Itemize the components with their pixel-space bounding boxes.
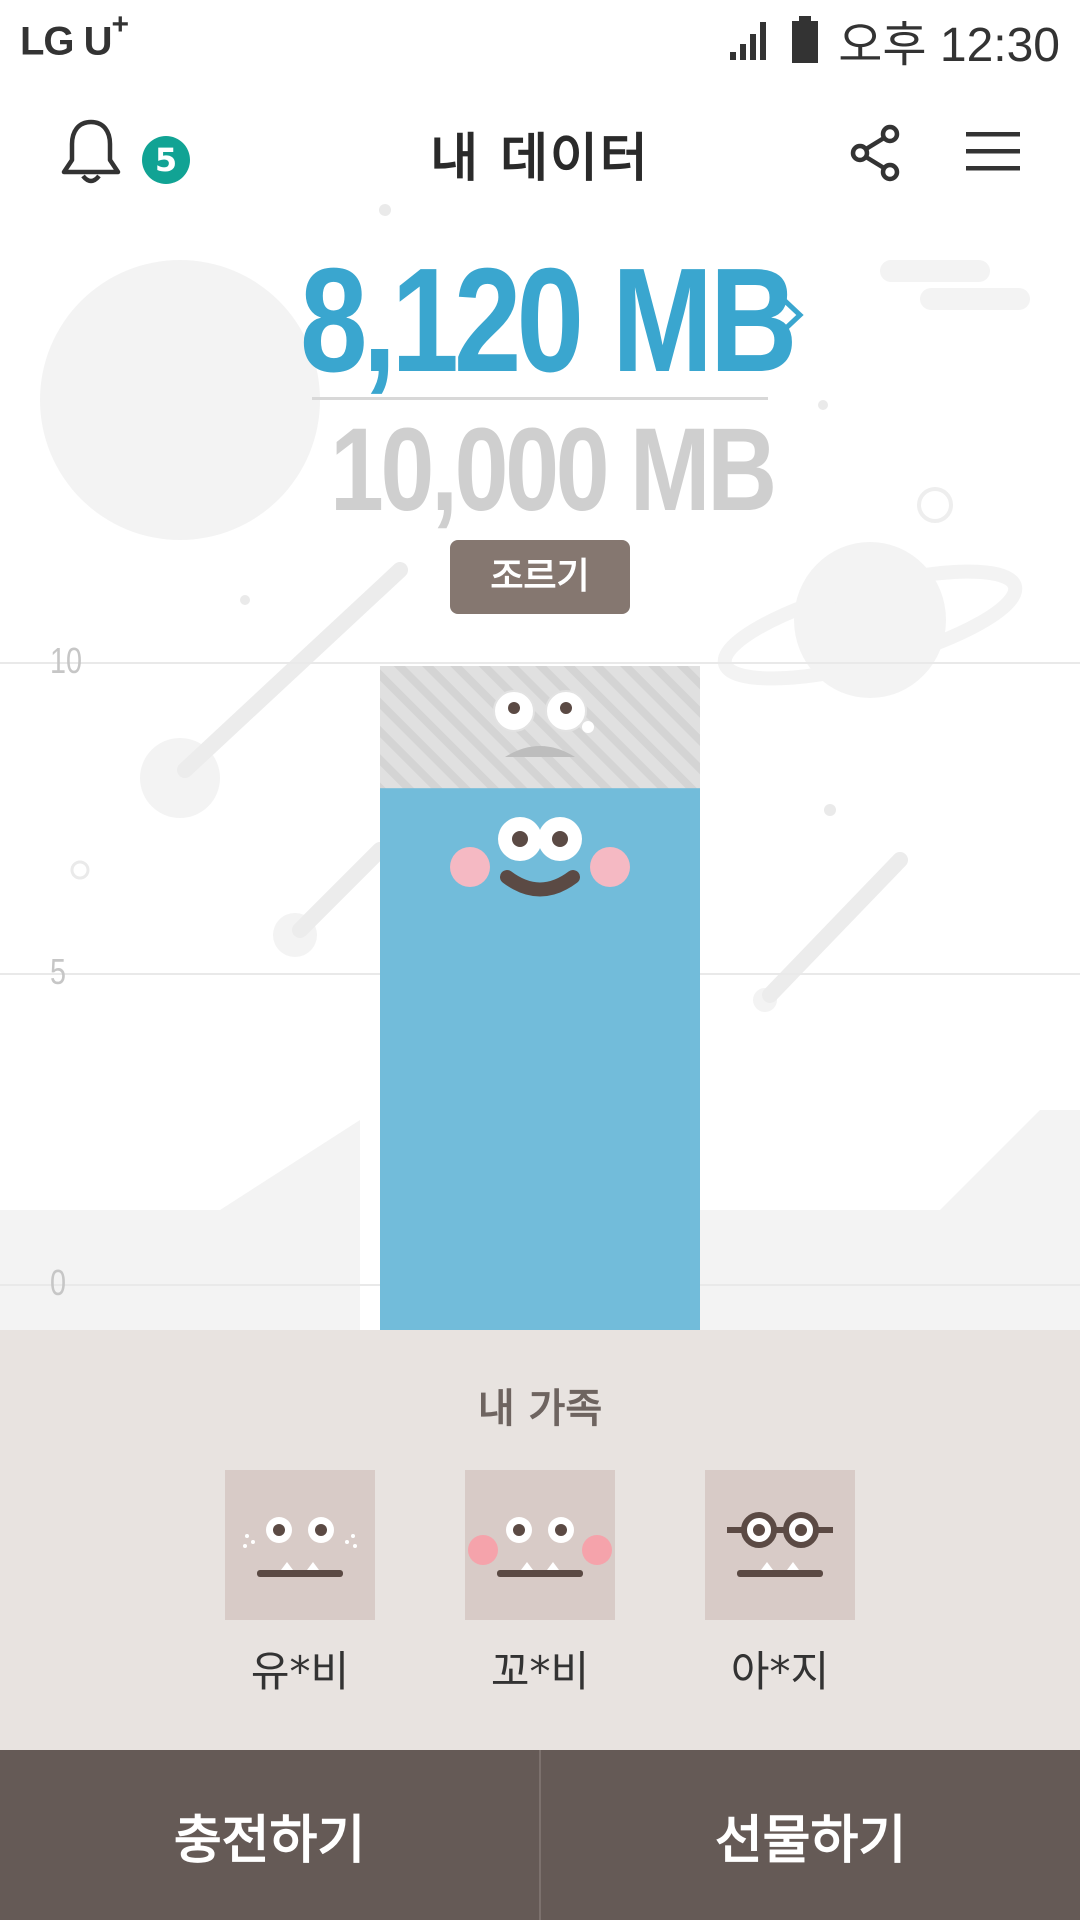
family-section: 내 가족 유*비 꼬*비 아*지 [0, 1330, 1080, 1750]
bar-used [380, 788, 700, 1330]
member-avatar-icon [705, 1470, 855, 1620]
member-avatar-icon [465, 1470, 615, 1620]
family-member[interactable]: 아*지 [705, 1470, 855, 1699]
family-member[interactable]: 유*비 [225, 1470, 375, 1699]
charge-button[interactable]: 충전하기 [0, 1750, 539, 1920]
family-member[interactable]: 꼬*비 [465, 1470, 615, 1699]
status-bar: LG U+ 오후 12:30 [0, 0, 1080, 80]
usage-divider [312, 397, 768, 400]
usage-chart: 10 5 0 [0, 640, 1080, 1330]
member-name: 꼬*비 [490, 1647, 590, 1696]
signal-icon [730, 22, 767, 60]
family-title: 내 가족 [477, 1386, 603, 1432]
member-name: 유*비 [250, 1647, 350, 1696]
gift-button[interactable]: 선물하기 [541, 1750, 1080, 1920]
member-name: 아*지 [730, 1647, 830, 1696]
request-button[interactable]: 조르기 [450, 540, 630, 614]
hamburger-icon [966, 132, 1020, 171]
used-unit: MB [612, 238, 797, 403]
carrier-logo: LG U+ [20, 8, 129, 64]
member-avatar-icon [225, 1470, 375, 1620]
status-clock: 오후 12:30 [838, 19, 1060, 72]
bottom-action-bar: 충전하기 선물하기 [0, 1750, 1080, 1920]
menu-button[interactable] [966, 130, 1020, 172]
battery-icon [792, 16, 819, 63]
total-amount: 10,000 MB [330, 404, 777, 536]
chevron-right-icon[interactable] [778, 290, 808, 340]
usage-bar [380, 666, 700, 1330]
used-amount[interactable]: 8,120 [300, 236, 640, 406]
